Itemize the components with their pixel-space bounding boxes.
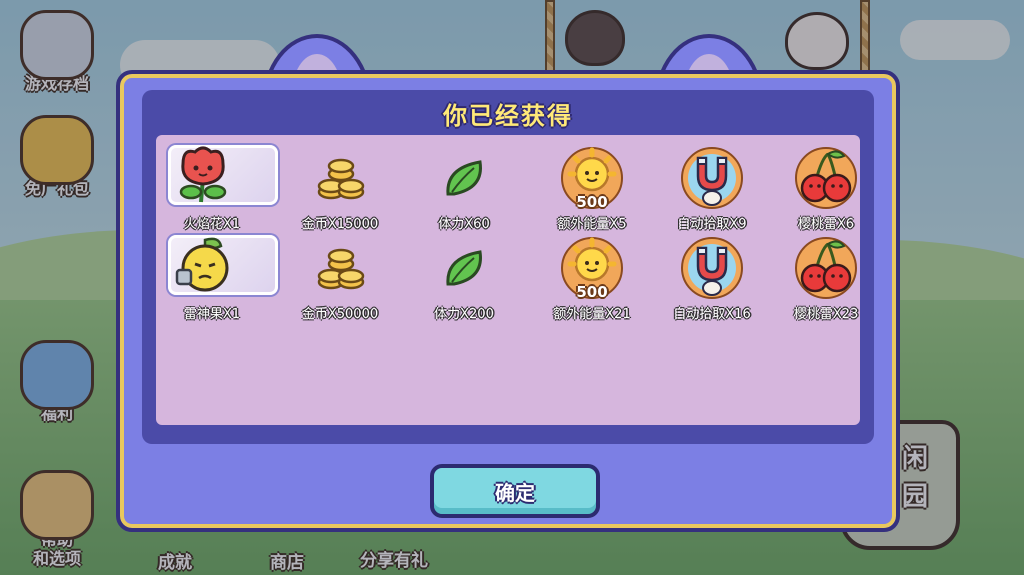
reward-item-label: 樱桃雷X23 bbox=[793, 307, 859, 322]
reward-item: 500 额外能量X21 bbox=[532, 235, 652, 322]
magnet-icon bbox=[674, 235, 750, 301]
thunder-fruit-icon bbox=[168, 235, 278, 301]
gold-coins-icon bbox=[302, 235, 378, 301]
reward-item: 雷神果X1 bbox=[162, 235, 282, 322]
cherry-bomb-icon bbox=[788, 235, 864, 301]
reward-item: 自动拾取X16 bbox=[652, 235, 772, 322]
reward-item: 金币X15000 bbox=[280, 145, 400, 232]
reward-item-label: 额外能量X21 bbox=[553, 307, 631, 322]
magnet-icon bbox=[674, 145, 750, 211]
dialog-title: 你已经获得 bbox=[443, 102, 573, 130]
gold-coins-icon bbox=[302, 145, 378, 211]
reward-item: 樱桃雷X23 bbox=[766, 235, 886, 322]
sun-energy-icon: 500 bbox=[554, 145, 630, 211]
reward-item-label: 金币X15000 bbox=[301, 217, 379, 232]
reward-item-label: 樱桃雷X6 bbox=[797, 217, 855, 232]
reward-panel: 你已经获得 火焰花X1 金币X15000 体力X60 500 额外能量X5 自动… bbox=[142, 90, 874, 444]
reward-item-label: 体力X60 bbox=[438, 217, 490, 232]
reward-item-label: 体力X200 bbox=[434, 307, 494, 322]
reward-item: 体力X200 bbox=[404, 235, 524, 322]
reward-item: 樱桃雷X6 bbox=[766, 145, 886, 232]
reward-item-label: 雷神果X1 bbox=[183, 307, 241, 322]
reward-item: 自动拾取X9 bbox=[652, 145, 772, 232]
confirm-button[interactable]: 确定 bbox=[430, 464, 600, 518]
reward-item-label: 金币X50000 bbox=[301, 307, 379, 322]
fire-flower-icon bbox=[168, 145, 278, 211]
energy-amount-badge: 500 bbox=[576, 193, 608, 211]
sun-energy-icon: 500 bbox=[554, 235, 630, 301]
leaf-icon bbox=[426, 145, 502, 211]
reward-item: 金币X50000 bbox=[280, 235, 400, 322]
reward-item-label: 自动拾取X16 bbox=[673, 307, 751, 322]
reward-item: 火焰花X1 bbox=[162, 145, 282, 232]
reward-dialog: 你已经获得 火焰花X1 金币X15000 体力X60 500 额外能量X5 自动… bbox=[116, 70, 900, 532]
plant-card-frame bbox=[168, 145, 278, 205]
reward-item-label: 自动拾取X9 bbox=[677, 217, 747, 232]
leaf-icon bbox=[426, 235, 502, 301]
reward-item: 500 额外能量X5 bbox=[532, 145, 652, 232]
reward-item-label: 火焰花X1 bbox=[183, 217, 241, 232]
energy-amount-badge: 500 bbox=[576, 283, 608, 301]
reward-item-label: 额外能量X5 bbox=[557, 217, 627, 232]
reward-item: 体力X60 bbox=[404, 145, 524, 232]
reward-list: 火焰花X1 金币X15000 体力X60 500 额外能量X5 自动拾取X9 樱… bbox=[156, 135, 860, 425]
plant-card-frame bbox=[168, 235, 278, 295]
confirm-button-label: 确定 bbox=[495, 480, 535, 505]
cherry-bomb-icon bbox=[788, 145, 864, 211]
